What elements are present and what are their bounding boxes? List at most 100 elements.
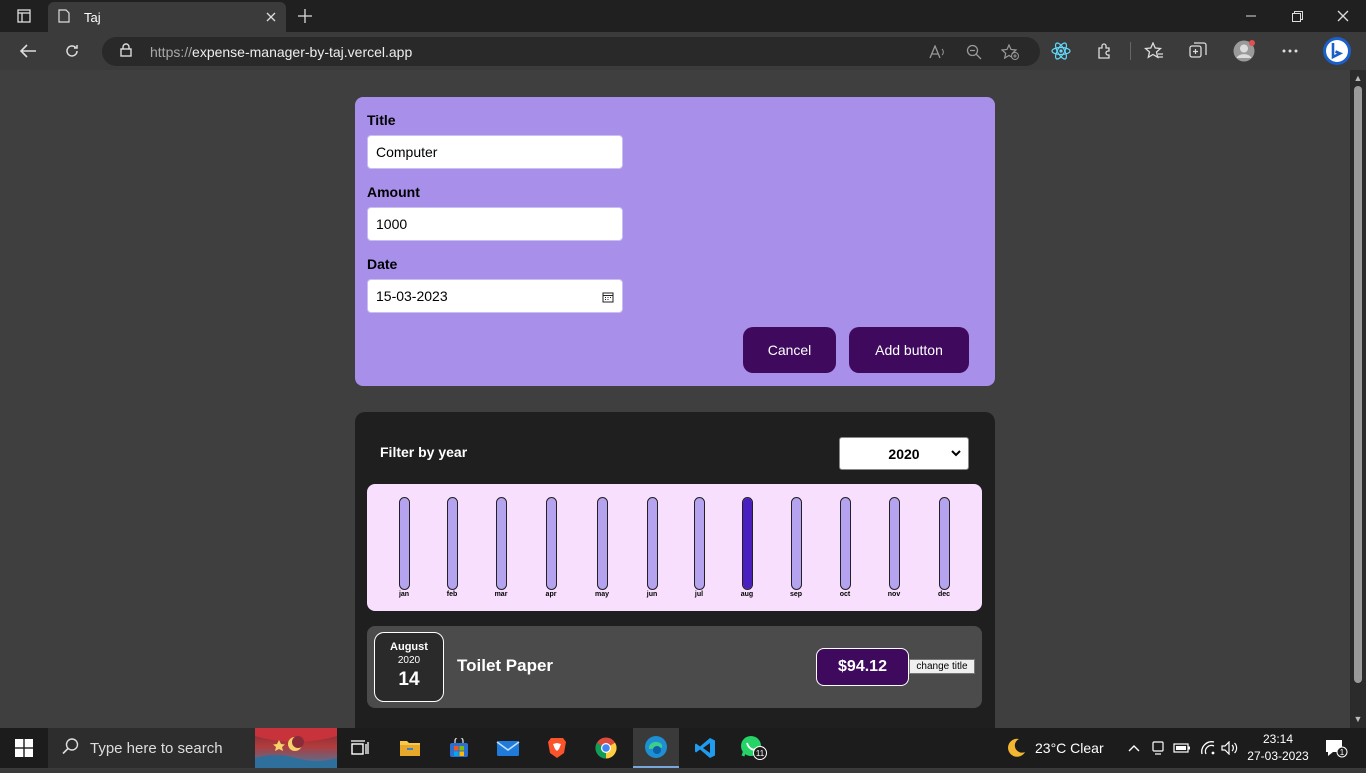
scroll-down-icon[interactable]: ▼ [1353, 714, 1363, 724]
refresh-icon[interactable] [56, 36, 88, 66]
chart-bar-track [938, 497, 950, 590]
bing-chat-icon[interactable] [1320, 34, 1354, 68]
expense-title: Toilet Paper [457, 656, 554, 675]
battery-icon[interactable] [1170, 732, 1194, 764]
page-scrollbar[interactable]: ▲ ▼ [1350, 70, 1366, 728]
whatsapp-badge: 11 [756, 749, 765, 758]
close-window-icon[interactable] [1320, 0, 1366, 32]
chart-bar-track [398, 497, 410, 590]
title-label: Title [367, 112, 396, 128]
chart-bar-apr: apr [531, 497, 571, 598]
url-scheme: https:// [150, 43, 193, 60]
notification-badge: 1 [1340, 748, 1345, 757]
notifications-icon[interactable]: 1 [1316, 732, 1356, 764]
chart-bar-jan: jan [384, 497, 424, 598]
chart-bar-sep: sep [776, 497, 816, 598]
vscode-icon[interactable] [685, 732, 725, 764]
clock-time: 23:14 [1262, 732, 1294, 746]
react-devtools-icon[interactable] [1045, 36, 1077, 66]
chart-bar-label: dec [937, 591, 951, 598]
page-icon [58, 8, 74, 26]
chart-bar-nov: nov [874, 497, 914, 598]
chart-bar-label: jun [646, 591, 658, 598]
chart-bar-label: oct [839, 591, 851, 598]
scroll-thumb[interactable] [1354, 86, 1362, 683]
chart-bar-aug: aug [727, 497, 767, 598]
brave-browser-icon[interactable] [537, 732, 577, 764]
weather-text[interactable]: 23°C Clear [1035, 740, 1104, 756]
edge-icon[interactable] [633, 728, 679, 768]
new-expense-form: Title Computer Amount 1000 Date 15-03-20… [355, 97, 995, 386]
date-label: Date [367, 256, 398, 272]
toolbar-divider [1130, 42, 1131, 60]
chart-bar-may: may [582, 497, 622, 598]
volume-icon[interactable] [1218, 732, 1242, 764]
chart-bar-track [839, 497, 851, 590]
calendar-icon[interactable] [602, 290, 614, 306]
add-favorite-icon[interactable] [998, 41, 1022, 63]
title-input[interactable]: Computer [367, 135, 623, 169]
tab-actions-icon[interactable] [0, 0, 48, 32]
filter-label: Filter by year [380, 444, 468, 460]
restore-icon[interactable] [1274, 0, 1320, 32]
lock-icon[interactable] [120, 43, 134, 60]
scroll-up-icon[interactable]: ▲ [1353, 73, 1363, 83]
meet-now-icon[interactable] [1146, 732, 1170, 764]
date-value: 15-03-2023 [376, 288, 448, 304]
windows-taskbar: Type here to search 11 23°C Clear 23:14 … [0, 728, 1366, 768]
chart-bar-track [888, 497, 900, 590]
chart-bar-fill [742, 498, 752, 589]
mail-icon[interactable] [488, 732, 528, 764]
cancel-button[interactable]: Cancel [743, 327, 836, 373]
chrome-icon[interactable] [586, 732, 626, 764]
new-tab-button[interactable] [292, 4, 318, 28]
amount-input[interactable]: 1000 [367, 207, 623, 241]
microsoft-store-icon[interactable] [439, 732, 479, 764]
clock-date: 27-03-2023 [1247, 749, 1309, 763]
expenses-chart: jan feb mar apr may jun jul aug sep oct nov dec [367, 484, 982, 611]
search-placeholder: Type here to search [90, 739, 223, 757]
page-content: Title Computer Amount 1000 Date 15-03-20… [0, 70, 1350, 728]
profile-avatar-icon[interactable] [1228, 36, 1260, 66]
file-explorer-icon[interactable] [390, 732, 430, 764]
chart-bar-label: jul [694, 591, 704, 598]
year-select[interactable]: 2020 [839, 437, 969, 470]
close-tab-icon[interactable] [266, 10, 276, 25]
chart-bar-label: jan [398, 591, 410, 598]
task-view-icon[interactable] [340, 732, 380, 764]
chart-bar-label: feb [446, 591, 458, 598]
address-bar[interactable]: https://expense-manager-by-taj.vercel.ap… [102, 37, 1040, 66]
chart-bar-oct: oct [825, 497, 865, 598]
chart-bar-label: mar [494, 591, 508, 598]
expense-item: August 2020 14 Toilet Paper $94.12 chang… [367, 626, 982, 708]
collections-icon[interactable] [1182, 36, 1214, 66]
windows-start-icon[interactable] [4, 732, 44, 764]
add-button[interactable]: Add button [849, 327, 969, 373]
expense-day: 14 [398, 669, 420, 690]
chart-bar-jun: jun [632, 497, 672, 598]
zoom-out-icon[interactable] [962, 41, 986, 63]
date-input[interactable]: 15-03-2023 [367, 279, 623, 313]
taskbar-clock[interactable]: 23:14 27-03-2023 [1243, 731, 1313, 765]
favorites-icon[interactable] [1138, 36, 1170, 66]
wifi-icon[interactable] [1196, 732, 1220, 764]
search-icon [62, 737, 80, 759]
read-aloud-icon[interactable] [926, 41, 950, 63]
hidden-icons-chevron-icon[interactable] [1120, 732, 1148, 764]
weather-icon[interactable] [996, 732, 1036, 764]
more-menu-icon[interactable] [1274, 36, 1306, 66]
change-title-button[interactable]: change title [909, 659, 975, 674]
url-host: expense-manager-by-taj.vercel.app [192, 43, 413, 60]
back-icon[interactable] [12, 36, 44, 66]
minimize-icon[interactable] [1228, 0, 1274, 32]
chart-bar-track [693, 497, 705, 590]
expense-year: 2020 [397, 655, 421, 666]
chart-bar-track [741, 497, 753, 590]
browser-tab[interactable]: Taj [48, 2, 286, 32]
extensions-icon[interactable] [1089, 36, 1121, 66]
chart-bar-track [790, 497, 802, 590]
whatsapp-icon[interactable]: 11 [734, 732, 774, 764]
browser-titlebar: Taj [0, 0, 1366, 32]
amount-label: Amount [367, 184, 420, 200]
chart-bar-track [545, 497, 557, 590]
